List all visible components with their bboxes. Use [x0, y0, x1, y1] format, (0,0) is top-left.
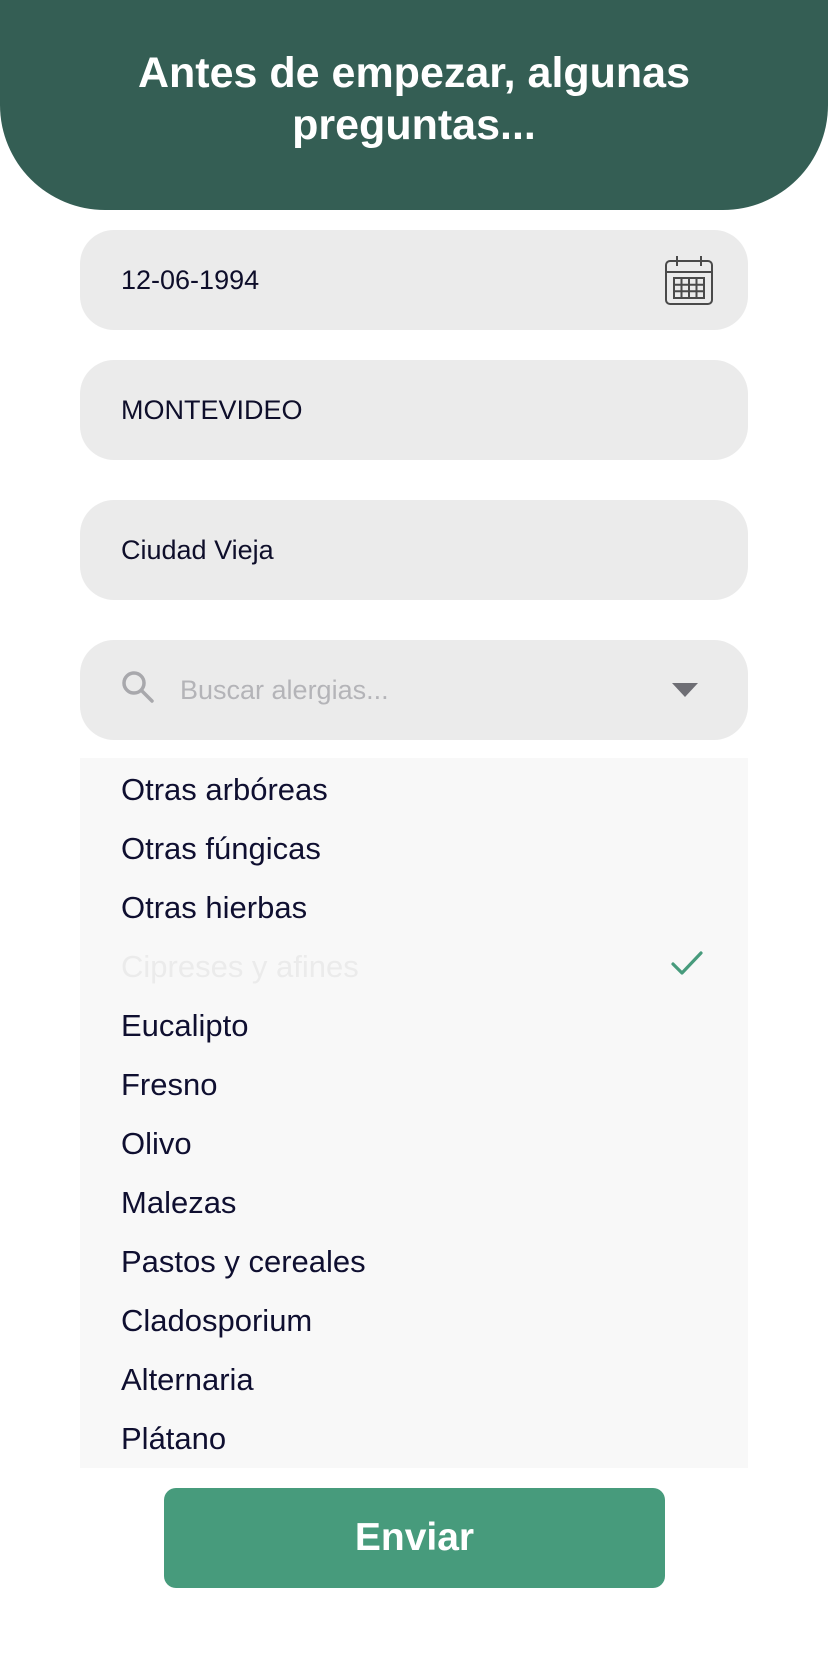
- department-field[interactable]: MONTEVIDEO: [80, 360, 748, 460]
- submit-button[interactable]: Enviar: [164, 1488, 665, 1588]
- option-label: Olivo: [121, 1125, 192, 1161]
- option-label: Eucalipto: [121, 1007, 249, 1043]
- list-item[interactable]: Pastos y cereales: [80, 1232, 748, 1291]
- list-item[interactable]: Malezas: [80, 1173, 748, 1232]
- allergy-search-placeholder: Buscar alergias...: [180, 674, 389, 705]
- option-label: Malezas: [121, 1184, 237, 1220]
- option-label: Otras arbóreas: [121, 771, 328, 807]
- allergy-options-list[interactable]: Otras arbóreas Otras fúngicas Otras hier…: [80, 758, 748, 1468]
- option-label: Otras fúngicas: [121, 830, 321, 866]
- checkmark-icon: [670, 949, 704, 985]
- list-item[interactable]: Otras hierbas: [80, 878, 748, 937]
- option-label: Fresno: [121, 1066, 218, 1102]
- page-title: Antes de empezar, algunas preguntas...: [137, 49, 691, 149]
- allergy-search-input[interactable]: Buscar alergias...: [80, 640, 748, 740]
- option-label: Cipreses y afines: [121, 948, 359, 984]
- list-item[interactable]: Otras fúngicas: [80, 819, 748, 878]
- list-item[interactable]: Plátano: [80, 1409, 748, 1468]
- birthdate-field[interactable]: 12-06-1994: [80, 230, 748, 330]
- list-item[interactable]: Cladosporium: [80, 1291, 748, 1350]
- option-label: Otras hierbas: [121, 889, 308, 925]
- list-item[interactable]: Fresno: [80, 1055, 748, 1114]
- chevron-down-icon[interactable]: [672, 683, 698, 697]
- option-label: Pastos y cereales: [121, 1243, 366, 1279]
- department-value: MONTEVIDEO: [121, 394, 303, 425]
- birthdate-value: 12-06-1994: [121, 264, 260, 295]
- neighborhood-value: Ciudad Vieja: [121, 534, 274, 565]
- option-label: Cladosporium: [121, 1302, 313, 1338]
- option-label: Plátano: [121, 1420, 227, 1456]
- list-item[interactable]: Eucalipto: [80, 996, 748, 1055]
- header-banner: Antes de empezar, algunas preguntas...: [0, 0, 828, 210]
- neighborhood-field[interactable]: Ciudad Vieja: [80, 500, 748, 600]
- calendar-icon[interactable]: [664, 254, 714, 306]
- list-item[interactable]: Alternaria: [80, 1350, 748, 1409]
- list-item[interactable]: Otras arbóreas: [80, 760, 748, 819]
- option-label: Alternaria: [121, 1361, 254, 1397]
- search-icon: [121, 670, 180, 711]
- list-item[interactable]: Olivo: [80, 1114, 748, 1173]
- list-item-selected[interactable]: Cipreses y afines: [80, 937, 748, 996]
